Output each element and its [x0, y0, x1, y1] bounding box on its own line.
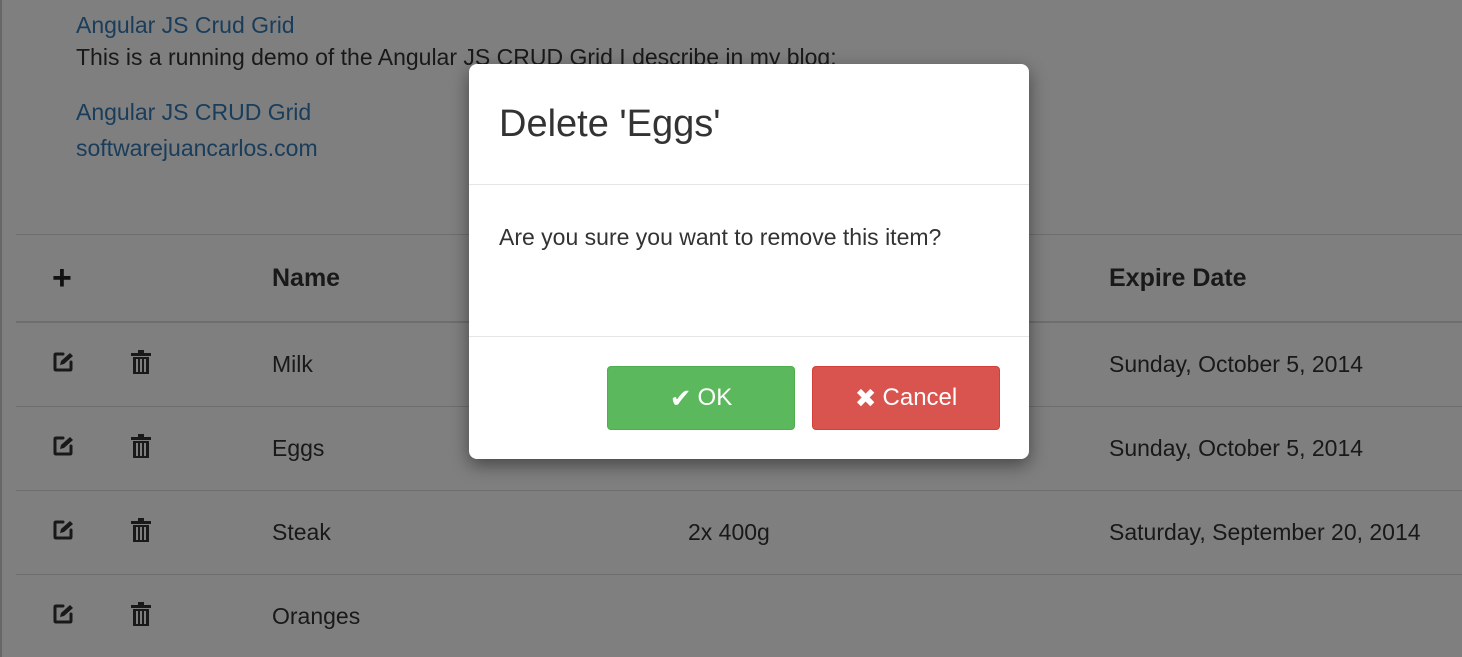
checkmark-icon: ✔ [669, 383, 692, 413]
modal-footer: ✔ OK ✖ Cancel [469, 337, 1029, 459]
cancel-button[interactable]: ✖ Cancel [812, 366, 1000, 430]
delete-confirm-dialog: Delete 'Eggs' Are you sure you want to r… [469, 64, 1029, 459]
modal-body: Are you sure you want to remove this ite… [469, 185, 1029, 337]
modal-header: Delete 'Eggs' [469, 64, 1029, 185]
cancel-button-label: Cancel [882, 384, 958, 411]
ok-button[interactable]: ✔ OK [607, 366, 795, 430]
ok-button-label: OK [697, 384, 733, 411]
modal-message: Are you sure you want to remove this ite… [499, 224, 942, 250]
modal-title: Delete 'Eggs' [499, 103, 721, 145]
x-icon: ✖ [854, 383, 877, 413]
